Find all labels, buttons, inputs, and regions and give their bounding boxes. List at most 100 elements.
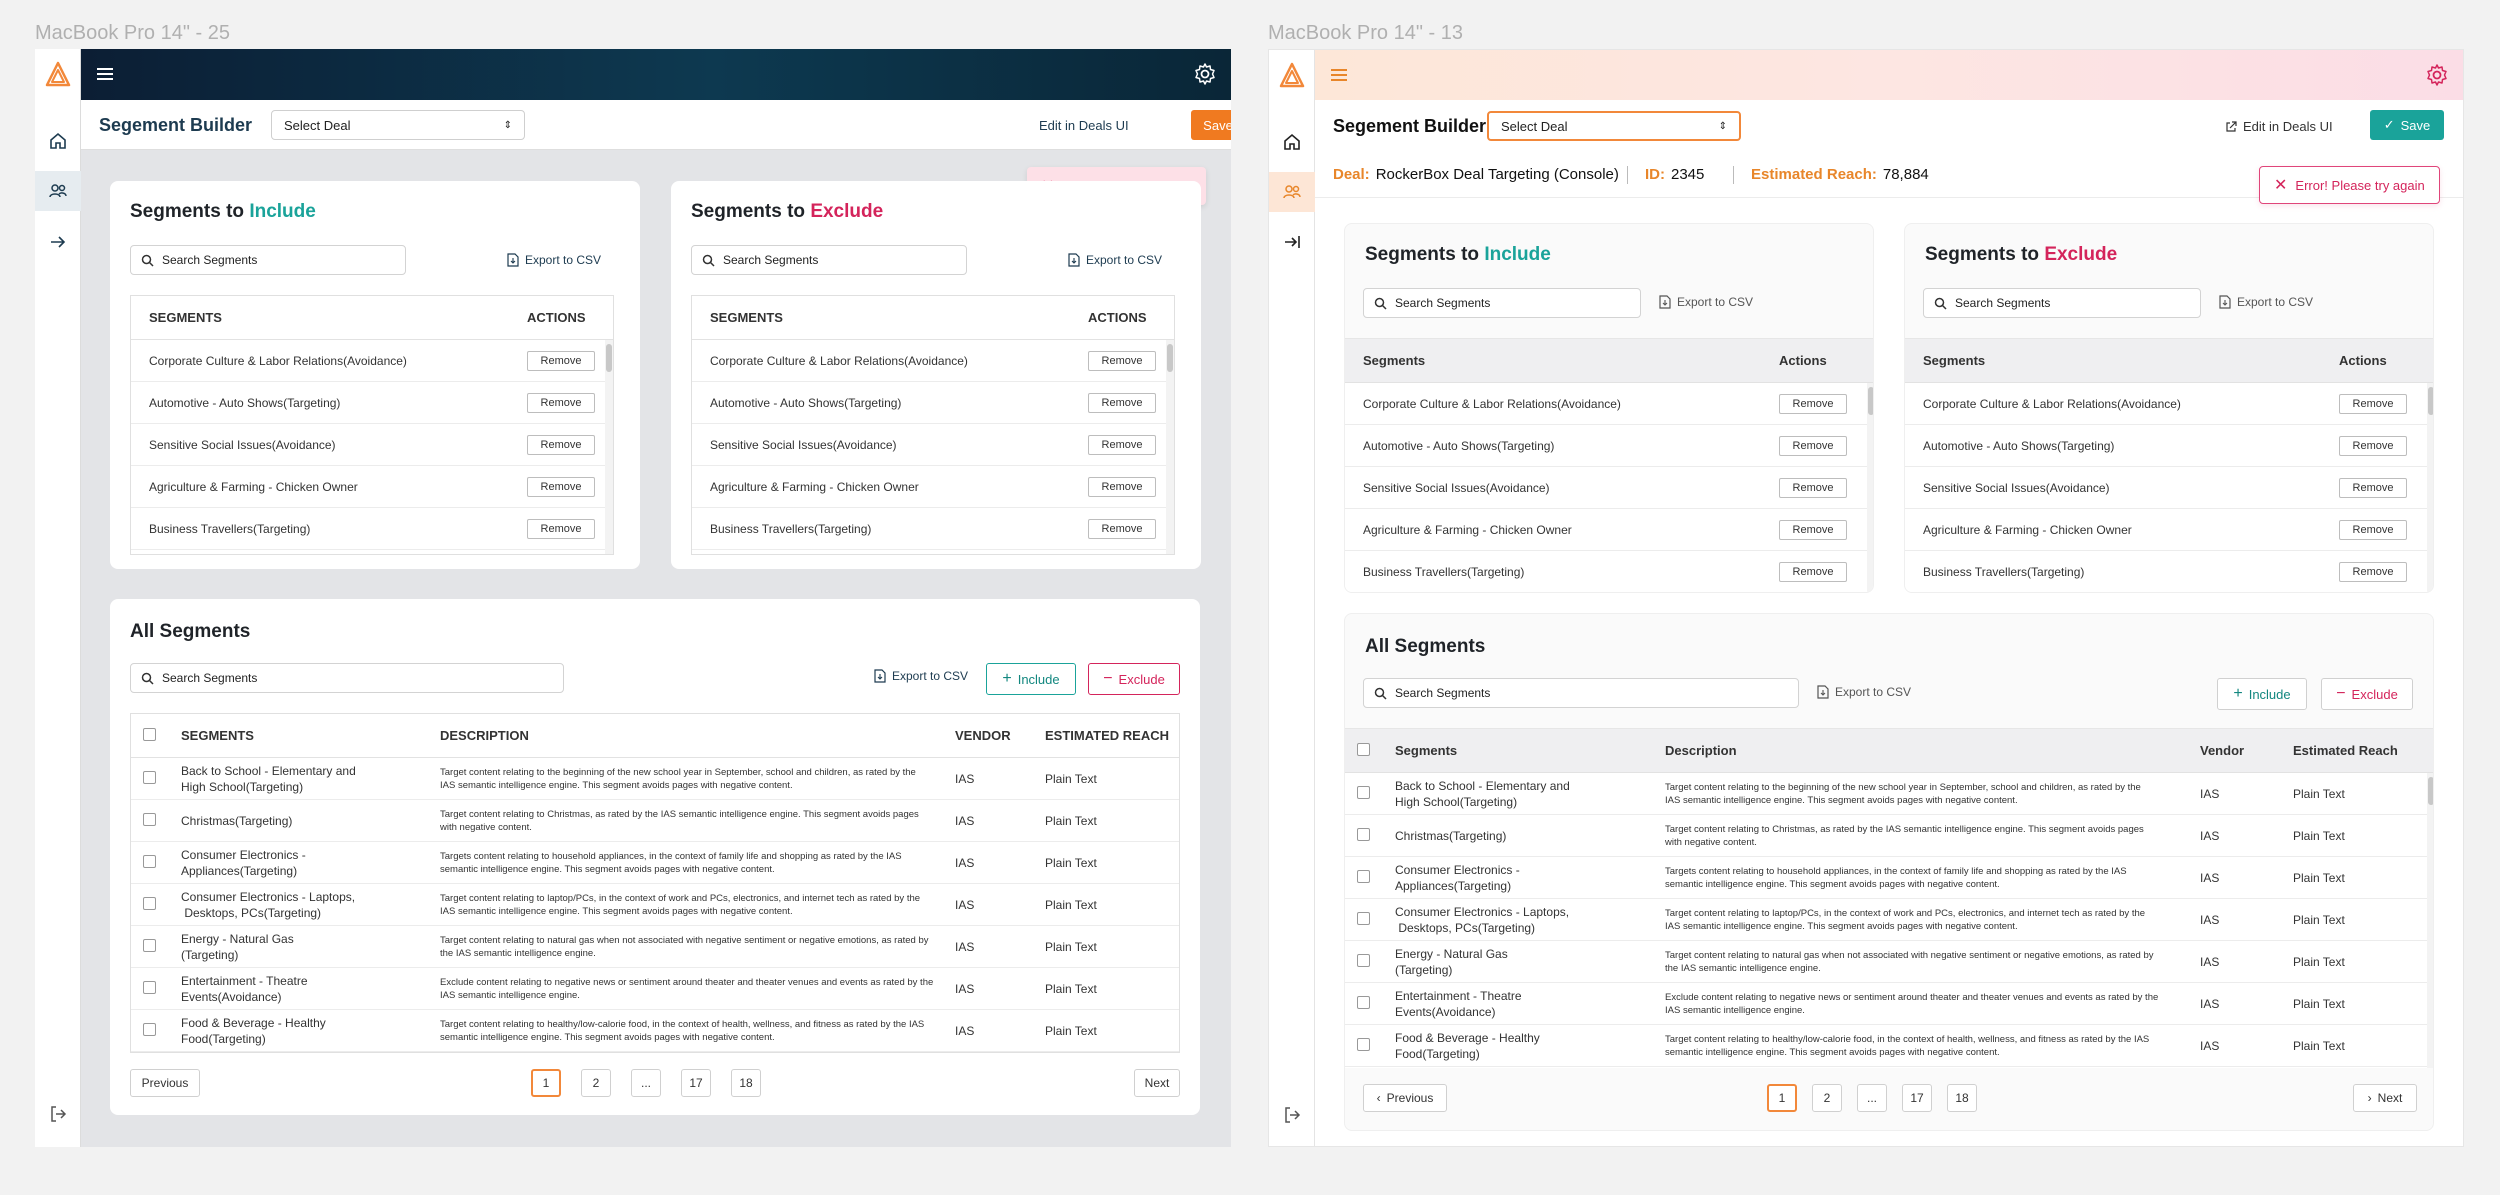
all-export-button[interactable]: Export to CSV bbox=[874, 669, 968, 683]
remove-button[interactable]: Remove bbox=[527, 392, 595, 413]
segment-name: Corporate Culture & Labor Relations(Avoi… bbox=[149, 353, 407, 368]
previous-button[interactable]: Previous bbox=[130, 1069, 200, 1097]
row-checkbox[interactable] bbox=[143, 938, 156, 952]
estimated-reach: Plain Text bbox=[1045, 813, 1097, 828]
exclude-button[interactable]: − Exclude bbox=[2321, 678, 2413, 710]
table-row: Automotive - Auto Shows(Targeting) Remove bbox=[692, 382, 1174, 424]
segment-description: Target content relating to the beginning… bbox=[440, 766, 916, 791]
segment-name: Business Travellers(Targeting) bbox=[1363, 564, 1525, 579]
remove-button[interactable]: Remove bbox=[527, 434, 595, 455]
row-checkbox[interactable] bbox=[1357, 1037, 1370, 1051]
audience-icon[interactable] bbox=[35, 171, 81, 211]
include-export-button[interactable]: Export to CSV bbox=[507, 253, 601, 267]
deal-select[interactable]: Select Deal ⇕ bbox=[1487, 111, 1741, 141]
page-button[interactable]: 18 bbox=[731, 1069, 761, 1097]
all-export-button[interactable]: Export to CSV bbox=[1817, 685, 1911, 699]
exclude-search-input[interactable]: Search Segments bbox=[1923, 288, 2201, 318]
row-checkbox[interactable] bbox=[143, 854, 156, 868]
row-checkbox[interactable] bbox=[143, 980, 156, 994]
exclude-export-button[interactable]: Export to CSV bbox=[2219, 295, 2313, 309]
row-checkbox[interactable] bbox=[1357, 995, 1370, 1009]
remove-button[interactable]: Remove bbox=[2339, 561, 2407, 582]
audience-icon[interactable] bbox=[1269, 172, 1315, 212]
collapse-right-icon[interactable] bbox=[1269, 222, 1315, 262]
gear-icon[interactable] bbox=[2425, 63, 2449, 87]
page-button[interactable]: 2 bbox=[1812, 1084, 1842, 1112]
scrollbar[interactable] bbox=[2427, 383, 2433, 592]
menu-icon[interactable] bbox=[95, 65, 115, 83]
page-button[interactable]: 1 bbox=[531, 1069, 561, 1097]
remove-button[interactable]: Remove bbox=[527, 476, 595, 497]
remove-button[interactable]: Remove bbox=[1088, 476, 1156, 497]
row-checkbox[interactable] bbox=[143, 770, 156, 784]
remove-button[interactable]: Remove bbox=[527, 518, 595, 539]
select-all-checkbox[interactable] bbox=[1357, 742, 1370, 756]
remove-button[interactable]: Remove bbox=[1088, 434, 1156, 455]
remove-button[interactable]: Remove bbox=[1779, 519, 1847, 540]
page-button[interactable]: ... bbox=[631, 1069, 661, 1097]
row-checkbox[interactable] bbox=[143, 812, 156, 826]
remove-button[interactable]: Remove bbox=[1088, 518, 1156, 539]
include-search-input[interactable]: Search Segments bbox=[130, 245, 406, 275]
include-button[interactable]: + Include bbox=[2217, 678, 2307, 710]
remove-button[interactable]: Remove bbox=[1779, 435, 1847, 456]
page-button[interactable]: 1 bbox=[1767, 1084, 1797, 1112]
remove-button[interactable]: Remove bbox=[2339, 477, 2407, 498]
remove-button[interactable]: Remove bbox=[2339, 519, 2407, 540]
scrollbar[interactable] bbox=[2427, 773, 2433, 1068]
scrollbar[interactable] bbox=[1166, 340, 1174, 554]
next-button[interactable]: Next bbox=[1134, 1069, 1180, 1097]
remove-button[interactable]: Remove bbox=[2339, 435, 2407, 456]
remove-button[interactable]: Remove bbox=[1779, 393, 1847, 414]
logout-icon[interactable] bbox=[35, 1094, 81, 1134]
logout-icon[interactable] bbox=[1269, 1095, 1315, 1135]
save-button[interactable]: ✓ Save bbox=[2370, 110, 2444, 140]
page-button[interactable]: 18 bbox=[1947, 1084, 1977, 1112]
edit-in-deals-link[interactable]: Edit in Deals UI bbox=[2225, 119, 2333, 134]
home-icon[interactable] bbox=[1269, 122, 1315, 162]
remove-button[interactable]: Remove bbox=[1779, 477, 1847, 498]
row-checkbox[interactable] bbox=[1357, 785, 1370, 799]
close-icon[interactable]: ✕ bbox=[2274, 175, 2287, 195]
row-checkbox[interactable] bbox=[1357, 869, 1370, 883]
arrow-right-icon[interactable] bbox=[35, 222, 81, 262]
page-button[interactable]: ... bbox=[1857, 1084, 1887, 1112]
segment-name: Corporate Culture & Labor Relations(Avoi… bbox=[1923, 396, 2181, 411]
segment-name: Consumer Electronics - Laptops, Desktops… bbox=[181, 889, 356, 920]
include-export-button[interactable]: Export to CSV bbox=[1659, 295, 1753, 309]
remove-button[interactable]: Remove bbox=[1088, 350, 1156, 371]
exclude-button[interactable]: − Exclude bbox=[1088, 663, 1180, 695]
scrollbar[interactable] bbox=[605, 340, 613, 554]
row-checkbox[interactable] bbox=[143, 1022, 156, 1036]
edit-in-deals-link[interactable]: Edit in Deals UI bbox=[1039, 118, 1129, 133]
segment-description: Target content relating to laptop/PCs, i… bbox=[1665, 907, 2146, 932]
menu-icon[interactable] bbox=[1329, 66, 1349, 84]
page-button[interactable]: 2 bbox=[581, 1069, 611, 1097]
select-all-checkbox[interactable] bbox=[143, 727, 156, 741]
save-button[interactable]: Save bbox=[1191, 110, 1231, 140]
exclude-search-input[interactable]: Search Segments bbox=[691, 245, 967, 275]
row-checkbox[interactable] bbox=[1357, 953, 1370, 967]
all-search-input[interactable]: Search Segments bbox=[130, 663, 564, 693]
include-button[interactable]: + Include bbox=[986, 663, 1076, 695]
include-search-input[interactable]: Search Segments bbox=[1363, 288, 1641, 318]
next-button[interactable]: › Next bbox=[2353, 1084, 2417, 1112]
remove-button[interactable]: Remove bbox=[1088, 392, 1156, 413]
scrollbar[interactable] bbox=[1867, 383, 1873, 592]
page-button[interactable]: 17 bbox=[1902, 1084, 1932, 1112]
row-checkbox[interactable] bbox=[1357, 827, 1370, 841]
segment-name: Energy - Natural Gas (Targeting) bbox=[1395, 946, 1508, 977]
exclude-export-button[interactable]: Export to CSV bbox=[1068, 253, 1162, 267]
gear-icon[interactable] bbox=[1193, 62, 1217, 86]
file-export-icon bbox=[2219, 295, 2231, 309]
remove-button[interactable]: Remove bbox=[527, 350, 595, 371]
all-search-input[interactable]: Search Segments bbox=[1363, 678, 1799, 708]
row-checkbox[interactable] bbox=[1357, 911, 1370, 925]
page-button[interactable]: 17 bbox=[681, 1069, 711, 1097]
remove-button[interactable]: Remove bbox=[1779, 561, 1847, 582]
row-checkbox[interactable] bbox=[143, 896, 156, 910]
previous-button[interactable]: ‹ Previous bbox=[1363, 1084, 1447, 1112]
remove-button[interactable]: Remove bbox=[2339, 393, 2407, 414]
deal-select[interactable]: Select Deal ⇕ bbox=[271, 110, 525, 140]
home-icon[interactable] bbox=[35, 121, 81, 161]
